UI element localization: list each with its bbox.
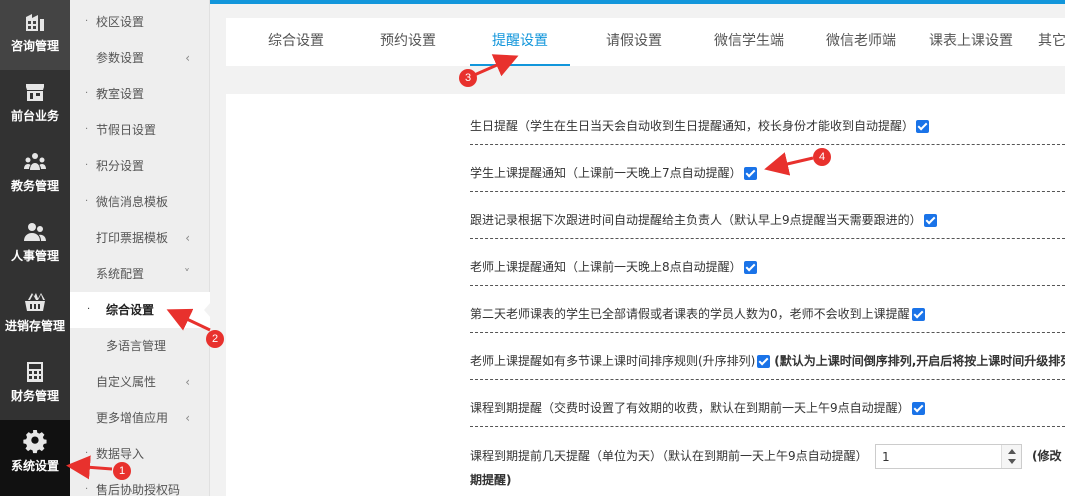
sort-order-checkbox[interactable] xyxy=(757,355,771,368)
rail-label: 人事管理 xyxy=(10,249,59,263)
chevron-left-icon: ‹ xyxy=(185,411,190,425)
setting-label: 老师上课提醒通知（上课前一天晚上8点自动提醒） xyxy=(470,260,742,274)
setting-note: (默认为上课时间倒序排列,开启后将按上课时间升级排列 xyxy=(774,354,1065,368)
setting-label: 课程到期提醒（交费时设置了有效期的收费，默认在到期前一天上午9点自动提醒） xyxy=(470,401,910,415)
setting-row: 老师上课提醒如有多节课上课时间排序规则(升序排列) (默认为上课时间倒序排列,开… xyxy=(470,333,1065,380)
chevron-left-icon: ‹ xyxy=(185,375,190,389)
spin-up-icon[interactable] xyxy=(1008,449,1016,454)
setting-row: 老师上课提醒通知（上课前一天晚上8点自动提醒） xyxy=(470,239,1065,286)
submenu-item-custom-attrs[interactable]: 自定义属性 ‹ xyxy=(70,364,210,400)
bullet-icon: · xyxy=(85,484,89,495)
rail-label: 咨询管理 xyxy=(10,39,59,53)
submenu-item-system-config[interactable]: 系统配置 ˅ xyxy=(70,256,210,292)
annotation-badge-2: 2 xyxy=(206,330,224,348)
rail-item-system-settings[interactable]: 系统设置 xyxy=(0,420,70,496)
setting-row: 生日提醒（学生在生日当天会自动收到生日提醒通知，校长身份才能收到自动提醒） xyxy=(470,98,1065,145)
rail-item-consult[interactable]: 咨询管理 xyxy=(0,0,70,70)
bullet-icon: · xyxy=(85,160,89,171)
submenu-item-params[interactable]: 参数设置 ‹ xyxy=(70,40,210,76)
bullet-icon: · xyxy=(85,124,89,135)
number-spinner[interactable] xyxy=(1001,445,1021,468)
rail-item-academic[interactable]: 教务管理 xyxy=(0,140,70,210)
gear-icon xyxy=(23,430,47,454)
main-nav-rail: 咨询管理 前台业务 教务管理 人事管理 进销存管理 财务管理 系统设置 xyxy=(0,0,70,496)
submenu-item-points[interactable]: · 积分设置 xyxy=(70,148,210,184)
building-icon xyxy=(23,10,47,34)
rail-label: 前台业务 xyxy=(10,109,59,123)
submenu-item-classroom[interactable]: · 教室设置 xyxy=(70,76,210,112)
rail-label: 教务管理 xyxy=(10,179,59,193)
annotation-badge-3: 3 xyxy=(459,69,477,87)
bullet-icon: · xyxy=(85,88,89,99)
course-expiry-checkbox[interactable] xyxy=(911,402,925,415)
submenu-item-wechat-template[interactable]: · 微信消息模板 xyxy=(70,184,210,220)
submenu-item-campus[interactable]: · 校区设置 xyxy=(70,4,210,40)
days-setting-note-line2: 期提醒) xyxy=(470,473,512,487)
chevron-left-icon: ‹ xyxy=(185,231,190,245)
setting-label: 学生上课提醒通知（上课前一天晚上7点自动提醒） xyxy=(470,166,742,180)
submenu-item-general-settings[interactable]: · 综合设置 xyxy=(70,292,210,328)
bullet-icon: · xyxy=(87,304,91,315)
settings-submenu: · 校区设置 参数设置 ‹ · 教室设置 · 节假日设置 · 积分设置 · 微信消息模板 打… xyxy=(70,0,210,496)
rail-label: 财务管理 xyxy=(10,389,59,403)
setting-row: 课程到期提醒（交费时设置了有效期的收费，默认在到期前一天上午9点自动提醒） xyxy=(470,380,1065,427)
calculator-icon xyxy=(23,360,47,384)
setting-row: 跟进记录根据下次跟进时间自动提醒给主负责人（默认早上9点提醒当天需要跟进的） xyxy=(470,192,1065,239)
rail-item-frontdesk[interactable]: 前台业务 xyxy=(0,70,70,140)
submenu-item-support-code[interactable]: · 售后协助授权码 xyxy=(70,472,210,496)
basket-icon xyxy=(23,290,47,314)
tab-other[interactable]: 其它 xyxy=(1038,18,1065,66)
student-class-reminder-checkbox[interactable] xyxy=(743,167,757,180)
tab-wechat-student[interactable]: 微信学生端 xyxy=(704,18,794,66)
setting-row: 第二天老师课表的学生已全部请假或者课表的学员人数为0，老师不会收到上课提醒 xyxy=(470,286,1065,333)
tab-schedule[interactable]: 课表上课设置 xyxy=(926,18,1016,66)
selection-notch xyxy=(204,302,211,318)
no-students-reminder-checkbox[interactable] xyxy=(911,308,925,321)
bullet-icon: · xyxy=(85,16,89,27)
bullet-icon: · xyxy=(85,448,89,459)
chevron-down-icon: ˅ xyxy=(184,267,190,281)
settings-tabs: 综合设置 预约设置 提醒设置 请假设置 微信学生端 微信老师端 课表上课设置 其… xyxy=(226,18,1065,66)
submenu-item-addons[interactable]: 更多增值应用 ‹ xyxy=(70,400,210,436)
bullet-icon: · xyxy=(85,196,89,207)
submenu-item-holidays[interactable]: · 节假日设置 xyxy=(70,112,210,148)
tab-leave[interactable]: 请假设置 xyxy=(594,18,674,66)
rail-item-finance[interactable]: 财务管理 xyxy=(0,350,70,420)
people-icon xyxy=(23,220,47,244)
followup-reminder-checkbox[interactable] xyxy=(923,214,937,227)
tab-reminders[interactable]: 提醒设置 xyxy=(470,18,570,66)
store-icon xyxy=(23,80,47,104)
teacher-class-reminder-checkbox[interactable] xyxy=(743,261,757,274)
rail-label: 系统设置 xyxy=(10,459,59,473)
setting-label: 老师上课提醒如有多节课上课时间排序规则(升序排列) xyxy=(470,354,756,368)
rail-item-hr[interactable]: 人事管理 xyxy=(0,210,70,280)
tab-booking[interactable]: 预约设置 xyxy=(368,18,448,66)
tab-wechat-teacher[interactable]: 微信老师端 xyxy=(816,18,906,66)
rail-label: 进销存管理 xyxy=(4,319,65,333)
spin-down-icon[interactable] xyxy=(1008,459,1016,464)
rail-item-inventory[interactable]: 进销存管理 xyxy=(0,280,70,350)
group-icon xyxy=(23,150,47,174)
annotation-badge-1: 1 xyxy=(113,462,131,480)
birthday-reminder-checkbox[interactable] xyxy=(916,120,930,133)
tab-general[interactable]: 综合设置 xyxy=(256,18,336,66)
days-value: 1 xyxy=(882,450,890,464)
top-accent-bar xyxy=(210,0,1065,4)
setting-label: 生日提醒（学生在生日当天会自动收到生日提醒通知，校长身份才能收到自动提醒） xyxy=(470,119,915,133)
submenu-item-data-import[interactable]: · 数据导入 xyxy=(70,436,210,472)
submenu-item-languages[interactable]: 多语言管理 xyxy=(70,328,210,364)
days-number-input[interactable]: 1 xyxy=(875,444,1022,469)
submenu-item-print-template[interactable]: 打印票据模板 ‹ xyxy=(70,220,210,256)
chevron-left-icon: ‹ xyxy=(185,51,190,65)
annotation-badge-4: 4 xyxy=(813,148,831,166)
days-setting-label: 课程到期提前几天提醒（单位为天）（默认在到期前一天上午9点自动提醒） xyxy=(470,449,868,463)
setting-label: 第二天老师课表的学生已全部请假或者课表的学员人数为0，老师不会收到上课提醒 xyxy=(470,307,910,321)
setting-label: 跟进记录根据下次跟进时间自动提醒给主负责人（默认早上9点提醒当天需要跟进的） xyxy=(470,213,922,227)
setting-row: 学生上课提醒通知（上课前一天晚上7点自动提醒） xyxy=(470,145,1065,192)
days-setting-note: (修改 xyxy=(1032,449,1062,463)
